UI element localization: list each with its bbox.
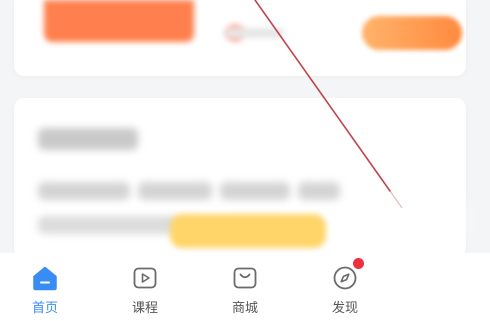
tab-home[interactable]: 首页: [0, 253, 95, 321]
tab-courses[interactable]: 课程: [95, 253, 195, 321]
tab-discover[interactable]: 发现: [295, 253, 395, 321]
play-icon: [132, 265, 158, 291]
home-icon: [32, 265, 58, 291]
shopping-bag-icon: [232, 265, 258, 291]
tab-discover-label: 发现: [331, 301, 358, 316]
content-text: [38, 216, 178, 234]
cta-button[interactable]: [170, 214, 326, 248]
tab-mall[interactable]: 商城: [195, 253, 295, 321]
promo-action-button[interactable]: [362, 16, 462, 50]
promo-card: [14, 0, 466, 76]
content-text: [138, 182, 212, 200]
content-text: [38, 182, 130, 200]
compass-icon: [332, 258, 364, 291]
tab-courses-label: 课程: [131, 301, 158, 316]
notification-badge: [353, 258, 364, 269]
tab-mall-label: 商城: [231, 301, 258, 316]
bottom-tab-bar: 首页 课程 商城 发现: [0, 253, 490, 321]
content-text: [220, 182, 290, 200]
promo-meta-text: [224, 28, 284, 38]
content-text: [298, 182, 340, 200]
tab-home-label: 首页: [31, 301, 58, 316]
section-title: [38, 128, 138, 150]
promo-banner[interactable]: [44, 0, 194, 42]
